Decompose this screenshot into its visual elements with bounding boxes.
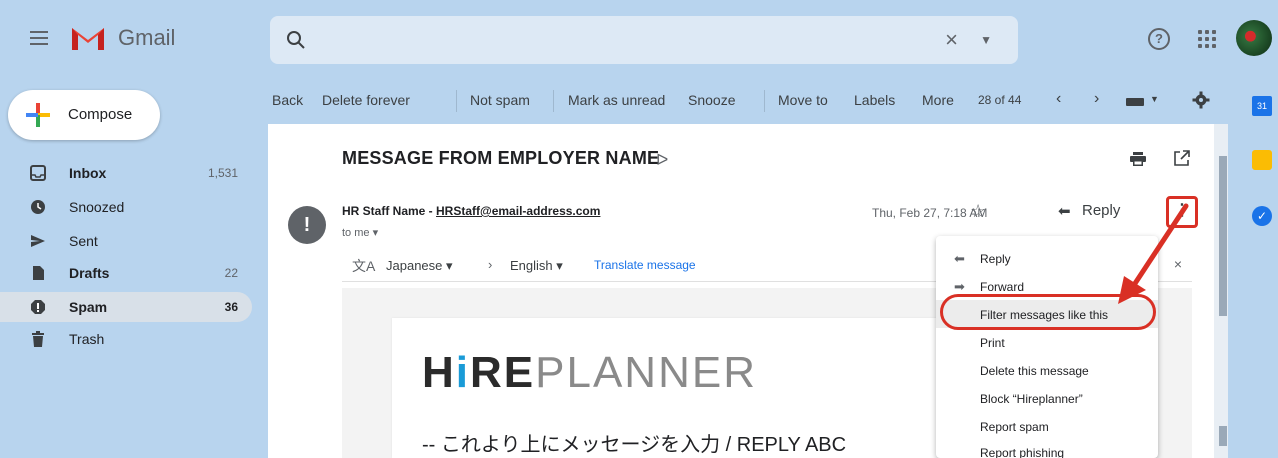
spam-icon [31, 300, 45, 314]
trash-icon [32, 331, 44, 347]
toolbar-divider [764, 90, 765, 112]
labels-button[interactable]: Labels [854, 92, 895, 108]
keyboard-icon[interactable] [1126, 98, 1144, 106]
more-button[interactable]: More [922, 92, 954, 108]
keep-icon[interactable] [1252, 150, 1272, 170]
move-to-button[interactable]: Move to [778, 92, 828, 108]
open-in-new-window-icon[interactable] [1174, 150, 1190, 166]
translate-icon: 文A [352, 258, 376, 274]
side-panel: 31 ✓ [1244, 90, 1278, 458]
menu-item-label: Report phishing [980, 446, 1065, 458]
mark-as-unread-button[interactable]: Mark as unread [568, 92, 665, 108]
top-bar: Gmail × ▼ ? [0, 0, 1278, 76]
apps-grid-icon[interactable] [1198, 30, 1216, 48]
back-button[interactable]: Back [272, 92, 303, 108]
sidebar-item-label: Inbox [69, 165, 107, 181]
sidebar-item-trash[interactable]: Trash [0, 324, 252, 354]
reply-icon: ⬅ [954, 251, 965, 266]
gear-icon[interactable] [1192, 91, 1210, 109]
menu-item-block-sender[interactable]: Block “Hireplanner” [936, 384, 1158, 412]
calendar-icon[interactable]: 31 [1252, 96, 1272, 116]
scrollbar-thumb-lower[interactable] [1219, 426, 1227, 446]
sender-avatar: ! [288, 206, 326, 244]
target-language-select[interactable]: English ▾ [510, 258, 563, 274]
toolbar-divider [456, 90, 457, 112]
compose-button[interactable]: Compose [8, 90, 160, 140]
menu-item-report-phishing[interactable]: Report phishing [936, 438, 1158, 458]
source-language-select[interactable]: Japanese ▾ [386, 258, 453, 274]
toolbar-divider [553, 90, 554, 112]
draft-icon [33, 266, 44, 280]
snooze-button[interactable]: Snooze [688, 92, 735, 108]
sidebar-item-label: Snoozed [69, 199, 125, 215]
send-icon [31, 235, 45, 247]
compose-label: Compose [68, 106, 133, 123]
account-avatar[interactable] [1236, 20, 1272, 56]
sender-email[interactable]: HRStaff@email-address.com [436, 204, 600, 218]
sidebar-item-drafts[interactable]: Drafts 22 [0, 258, 252, 288]
sidebar-item-inbox[interactable]: Inbox 1,531 [0, 158, 252, 188]
sidebar-item-count: 22 [224, 266, 238, 280]
scrollbar-thumb[interactable] [1219, 156, 1227, 316]
menu-item-label: Report spam [980, 420, 1049, 434]
label-important-icon[interactable]: ᐅ [656, 150, 668, 170]
sidebar-item-label: Trash [69, 331, 105, 347]
source-language-label: Japanese [386, 258, 443, 273]
sender-line: HR Staff Name - HRStaff@email-address.co… [342, 204, 600, 218]
menu-item-label: Block “Hireplanner” [980, 392, 1083, 406]
menu-item-label: Delete this message [980, 364, 1089, 378]
menu-item-print[interactable]: Print [936, 328, 1158, 356]
plus-icon [26, 103, 50, 127]
clear-search-icon[interactable]: × [945, 27, 958, 53]
search-options-icon[interactable]: ▼ [980, 33, 992, 47]
recipient-dropdown[interactable]: to me ▾ [342, 226, 378, 239]
sender-name: HR Staff Name - [342, 204, 437, 218]
chevron-left-icon[interactable]: ‹ [1056, 90, 1061, 108]
app-name[interactable]: Gmail [118, 25, 175, 51]
pagination-count: 28 of 44 [978, 93, 1022, 107]
menu-item-label: Reply [980, 252, 1011, 266]
reply-icon[interactable]: ⬅ [1058, 202, 1071, 220]
target-language-label: English [510, 258, 553, 273]
star-icon[interactable]: ☆ [970, 201, 986, 222]
sidebar-item-snoozed[interactable]: Snoozed [0, 192, 252, 222]
help-icon[interactable]: ? [1148, 28, 1170, 50]
sidebar-item-spam[interactable]: Spam 36 [0, 292, 252, 322]
message-toolbar: Back Delete forever Not spam Mark as unr… [268, 86, 1228, 116]
recipient-label: to me [342, 227, 370, 239]
search-bar[interactable]: × ▼ [270, 16, 1018, 64]
reply-above-line: -- これより上にメッセージを入力 / REPLY ABC [422, 434, 847, 456]
sidebar-item-sent[interactable]: Sent [0, 226, 252, 256]
forward-icon: ➡ [954, 279, 965, 294]
not-spam-button[interactable]: Not spam [470, 92, 530, 108]
tasks-icon[interactable]: ✓ [1252, 206, 1272, 226]
chevron-down-icon[interactable]: ▼ [1150, 94, 1159, 104]
menu-item-report-spam[interactable]: Report spam [936, 412, 1158, 440]
main-menu-icon[interactable] [30, 31, 48, 45]
clock-icon [31, 200, 45, 214]
hireplanner-logo: HiREPLANNER [422, 348, 757, 397]
menu-item-label: Print [980, 336, 1005, 350]
sidebar-item-label: Drafts [69, 265, 110, 281]
inbox-icon [30, 165, 46, 181]
menu-item-delete[interactable]: Delete this message [936, 356, 1158, 384]
message-subject: MESSAGE FROM EMPLOYER NAME [342, 148, 660, 168]
menu-item-label: Forward [980, 280, 1025, 294]
search-icon[interactable] [286, 30, 306, 50]
annotation-arrow-icon [1118, 203, 1189, 304]
gmail-logo-icon[interactable] [70, 22, 106, 52]
print-icon[interactable] [1130, 152, 1146, 166]
sidebar-item-count: 36 [224, 300, 238, 314]
translate-message-link[interactable]: Translate message [594, 258, 696, 272]
sidebar-item-label: Spam [69, 299, 108, 315]
sidebar-item-count: 1,531 [207, 166, 238, 180]
sidebar-item-label: Sent [69, 233, 98, 249]
chevron-right-icon[interactable]: › [1094, 90, 1099, 108]
chevron-right-icon: › [488, 257, 493, 272]
delete-forever-button[interactable]: Delete forever [322, 92, 410, 108]
